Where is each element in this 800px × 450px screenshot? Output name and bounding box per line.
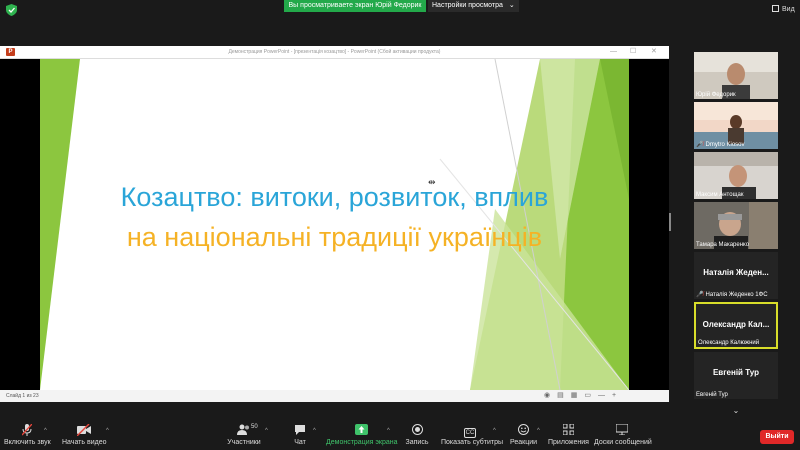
participant-name: Максим Антощак: [696, 192, 744, 198]
participants-button[interactable]: Участники: [224, 424, 264, 450]
participant-tile[interactable]: 🎤̸ Dmytro Kiosov: [694, 102, 778, 149]
powerpoint-titlebar: P Демонстрация PowerPoint - [презентація…: [0, 46, 669, 59]
participant-name: Олександр Калюжний: [698, 340, 760, 346]
participant-name: 🎤̸ Наталія Жеденко 1ФС: [696, 292, 768, 298]
share-screen-button[interactable]: Демонстрация экрана: [326, 424, 398, 450]
emoji-smile-icon: [510, 424, 536, 438]
subtitles-button[interactable]: CC Показать субтитры: [441, 424, 504, 450]
reactions-button[interactable]: Реакции: [510, 424, 538, 450]
participant-display-name: Олександр Кал...: [702, 320, 770, 329]
security-shield-icon[interactable]: [6, 4, 17, 16]
presentation-slide: Козацтво: витоки, розвиток, вплив на нац…: [40, 59, 629, 390]
grid-view-icon: [772, 5, 779, 12]
chat-button[interactable]: Чат: [290, 424, 310, 450]
scroll-down-chevron-icon[interactable]: ⌄: [730, 406, 742, 416]
zoom-in-icon[interactable]: +: [612, 392, 623, 399]
view-settings-button[interactable]: Настройки просмотра ⌄: [428, 0, 519, 12]
participant-name: 🎤̸ Dmytro Kiosov: [696, 142, 745, 148]
mic-muted-icon: 🎤̸: [696, 292, 704, 298]
panel-resize-handle[interactable]: [669, 213, 671, 231]
participant-tile[interactable]: Тамара Макаренко: [694, 202, 778, 249]
view-label: Вид: [782, 6, 795, 13]
participant-display-name: Евгеній Тур: [712, 368, 760, 377]
record-icon: [404, 424, 430, 438]
start-video-label: Начать видео: [62, 439, 107, 446]
zoom-out-icon[interactable]: —: [598, 392, 612, 399]
mic-muted-icon: 🎤̸: [696, 142, 704, 148]
maximize-icon[interactable]: ☐: [630, 46, 636, 58]
leave-meeting-button[interactable]: Выйти: [760, 430, 794, 444]
whiteboard-label: Доски сообщений: [594, 439, 652, 446]
subtitles-caret-icon[interactable]: ^: [493, 428, 496, 434]
view-controls[interactable]: ◉▤▦▭—+: [544, 390, 623, 402]
minimize-icon[interactable]: —: [610, 46, 617, 58]
participants-icon: [224, 424, 264, 438]
close-icon[interactable]: ✕: [651, 46, 657, 58]
share-screen-label: Демонстрация экрана: [326, 439, 398, 446]
chevron-down-icon: ⌄: [508, 2, 515, 9]
view-reading-icon[interactable]: ▦: [571, 392, 585, 399]
shared-screen: P Демонстрация PowerPoint - [презентація…: [0, 46, 669, 402]
reactions-caret-icon[interactable]: ^: [537, 428, 540, 434]
apps-grid-icon: [548, 423, 588, 438]
slide-counter: Слайд 1 из 23: [6, 393, 39, 399]
record-label: Запись: [405, 439, 429, 446]
chat-caret-icon[interactable]: ^: [313, 428, 316, 434]
participant-display-name: Наталія Жеден...: [703, 268, 769, 277]
participant-tile[interactable]: Наталія Жеден... 🎤̸ Наталія Жеденко 1ФС: [694, 252, 778, 299]
view-settings-label: Настройки просмотра: [432, 2, 503, 9]
participants-count: 50: [251, 424, 258, 430]
camera-off-icon: [62, 423, 106, 438]
chat-bubble-icon: [290, 424, 310, 438]
top-bar: Вы просматриваете экран Юрій Федорик Нас…: [0, 0, 800, 20]
share-screen-icon: [326, 424, 396, 438]
video-options-caret-icon[interactable]: ^: [106, 428, 109, 434]
participants-caret-icon[interactable]: ^: [265, 428, 268, 434]
unmute-label: Включить звук: [4, 439, 51, 446]
resize-cursor-icon: ⇹: [428, 177, 436, 187]
view-slideshow-icon[interactable]: ▭: [584, 392, 598, 399]
reactions-label: Реакции: [510, 439, 538, 446]
whiteboard-button[interactable]: Доски сообщений: [594, 423, 652, 450]
participant-name: Евгеній Тур: [696, 392, 728, 398]
participant-name: Тамара Макаренко: [696, 242, 750, 248]
participant-name: Юрій Федорик: [696, 92, 736, 98]
chat-label: Чат: [294, 439, 306, 446]
screen-share-banner: Вы просматриваете экран Юрій Федорик: [284, 0, 426, 12]
start-video-button[interactable]: Начать видео: [62, 423, 107, 450]
participant-tile[interactable]: Евгеній Тур Евгеній Тур: [694, 352, 778, 399]
powerpoint-statusbar: Слайд 1 из 23 ◉▤▦▭—+: [0, 390, 669, 402]
apps-button[interactable]: Приложения: [548, 423, 589, 450]
participant-tile[interactable]: Максим Антощак: [694, 152, 778, 199]
whiteboard-icon: [594, 423, 650, 438]
participant-tile-active-speaker[interactable]: Олександр Кал... Олександр Калюжний: [694, 302, 778, 349]
slide-title-line1: Козацтво: витоки, розвиток, вплив: [120, 182, 549, 212]
closed-captions-icon: CC: [463, 428, 477, 438]
apps-label: Приложения: [548, 439, 589, 446]
window-title: Демонстрация PowerPoint - [презентація к…: [228, 49, 441, 55]
view-normal-icon[interactable]: ◉: [544, 392, 557, 399]
audio-options-caret-icon[interactable]: ^: [44, 428, 47, 434]
meeting-toolbar: Включить звук ^ Начать видео ^ Участники…: [0, 423, 800, 450]
subtitles-label: Показать субтитры: [441, 439, 504, 446]
view-button[interactable]: Вид: [772, 5, 795, 13]
share-caret-icon[interactable]: ^: [387, 428, 390, 434]
participant-tile[interactable]: Юрій Федорик: [694, 52, 778, 99]
view-sorter-icon[interactable]: ▤: [557, 392, 571, 399]
slide-title-line2: на національні традиції українців: [126, 222, 543, 252]
participants-label: Участники: [227, 439, 261, 446]
record-button[interactable]: Запись: [404, 424, 430, 450]
